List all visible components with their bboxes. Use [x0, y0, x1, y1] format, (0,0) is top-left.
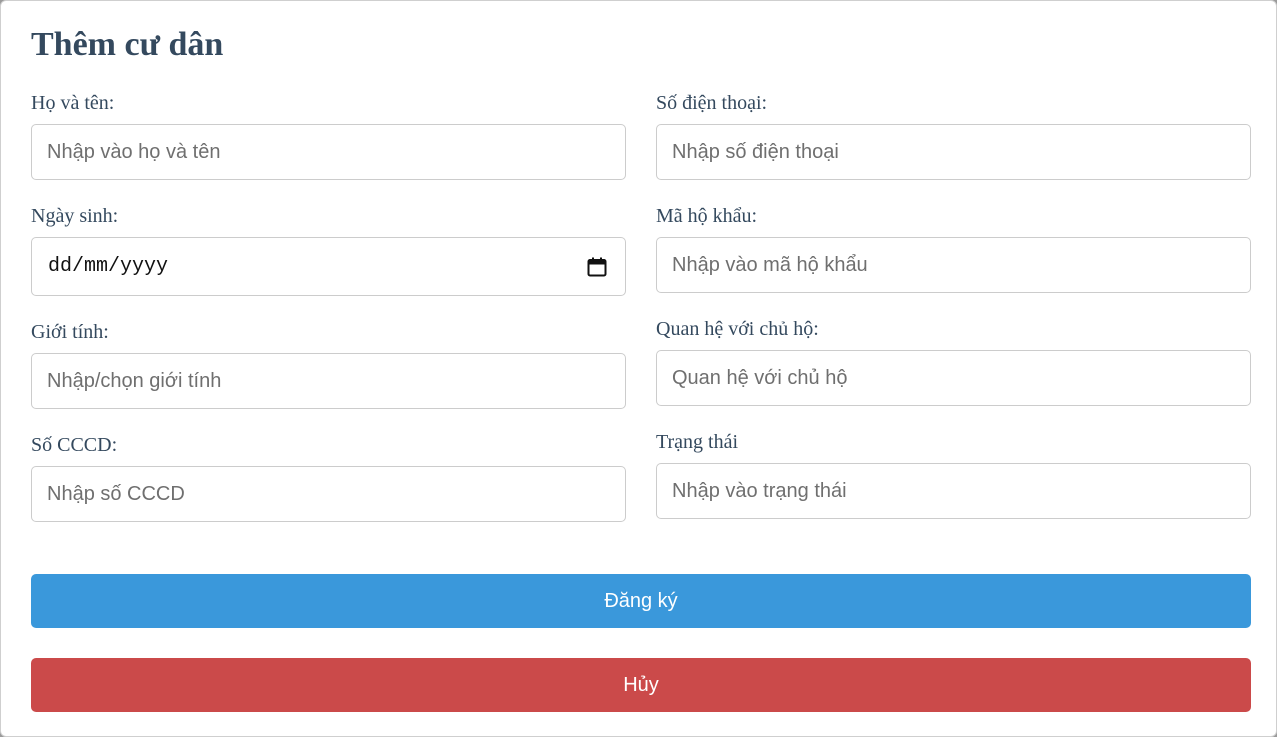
phone-input[interactable] [656, 124, 1251, 180]
id-card-label: Số CCCD: [31, 434, 118, 456]
phone-label: Số điện thoại: [656, 92, 768, 114]
status-input[interactable] [656, 463, 1251, 519]
cancel-button[interactable]: Hủy [31, 658, 1251, 712]
calendar-icon[interactable] [587, 257, 607, 277]
full-name-label: Họ và tên: [31, 92, 115, 114]
household-code-input[interactable] [656, 237, 1251, 293]
gender-input[interactable] [31, 353, 626, 409]
page-title: Thêm cư dân [31, 26, 224, 63]
full-name-input[interactable] [31, 124, 626, 180]
household-code-label: Mã hộ khẩu: [656, 205, 758, 227]
birth-date-label: Ngày sinh: [31, 205, 119, 227]
relationship-input[interactable] [656, 350, 1251, 406]
gender-label: Giới tính: [31, 321, 109, 343]
relationship-label: Quan hệ với chủ hộ: [656, 318, 819, 340]
birth-date-input[interactable]: dd/mm/yyyy [31, 237, 626, 296]
id-card-input[interactable] [31, 466, 626, 522]
status-label: Trạng thái [656, 431, 739, 453]
register-button[interactable]: Đăng ký [31, 574, 1251, 628]
birth-date-value: dd/mm/yyyy [48, 255, 169, 278]
add-resident-modal: Thêm cư dân Họ và tên: Ngày sinh: dd/mm/… [0, 0, 1277, 737]
